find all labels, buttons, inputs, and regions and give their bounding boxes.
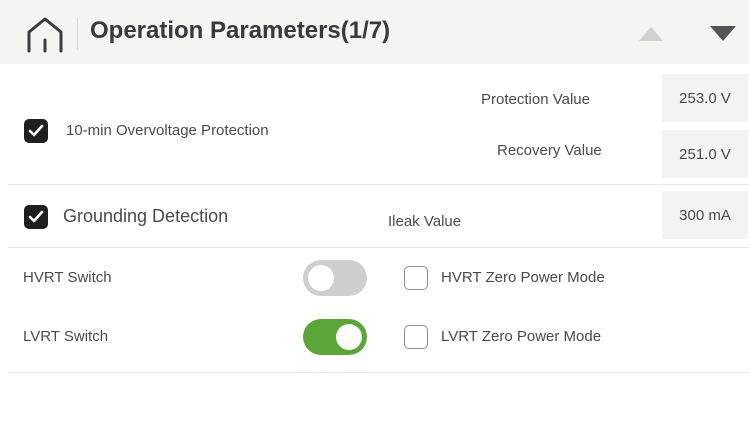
- protection-value-label: Protection Value: [481, 91, 590, 108]
- header-divider: [77, 18, 78, 50]
- home-button[interactable]: [22, 14, 68, 54]
- page-title: Operation Parameters(1/7): [90, 17, 391, 44]
- recovery-value-field[interactable]: 251.0 V: [662, 130, 748, 178]
- lvrt-switch-toggle[interactable]: [303, 319, 367, 355]
- ileak-value-label: Ileak Value: [388, 213, 462, 230]
- lvrt-zero-power-checkbox[interactable]: [404, 325, 428, 349]
- home-icon: [27, 17, 63, 53]
- triangle-up-icon: [639, 27, 663, 41]
- page-down-button[interactable]: [709, 25, 737, 47]
- recovery-value-label: Recovery Value: [497, 142, 602, 159]
- checkmark-icon: [28, 124, 44, 137]
- hvrt-switch-toggle[interactable]: [303, 260, 367, 296]
- page-up-button[interactable]: [638, 26, 664, 47]
- hvrt-zero-power-label: HVRT Zero Power Mode: [441, 269, 605, 286]
- overvoltage-checkbox[interactable]: [24, 119, 48, 143]
- grounding-checkbox[interactable]: [24, 205, 48, 229]
- protection-value-field[interactable]: 253.0 V: [662, 74, 748, 122]
- lvrt-zero-power-label: LVRT Zero Power Mode: [441, 328, 602, 345]
- header-bar: Operation Parameters(1/7): [0, 0, 749, 64]
- overvoltage-label: 10-min Overvoltage Protection: [66, 122, 269, 139]
- grounding-label: Grounding Detection: [63, 206, 229, 226]
- lvrt-switch-label: LVRT Switch: [23, 328, 109, 345]
- triangle-down-icon: [710, 26, 736, 41]
- hvrt-zero-power-checkbox[interactable]: [404, 266, 428, 290]
- toggle-knob: [308, 265, 334, 291]
- checkmark-icon: [28, 210, 44, 223]
- toggle-knob: [336, 324, 362, 350]
- hvrt-switch-label: HVRT Switch: [23, 269, 112, 286]
- divider: [8, 372, 749, 373]
- ileak-value-field[interactable]: 300 mA: [662, 191, 748, 239]
- divider: [8, 247, 749, 248]
- divider: [8, 184, 749, 185]
